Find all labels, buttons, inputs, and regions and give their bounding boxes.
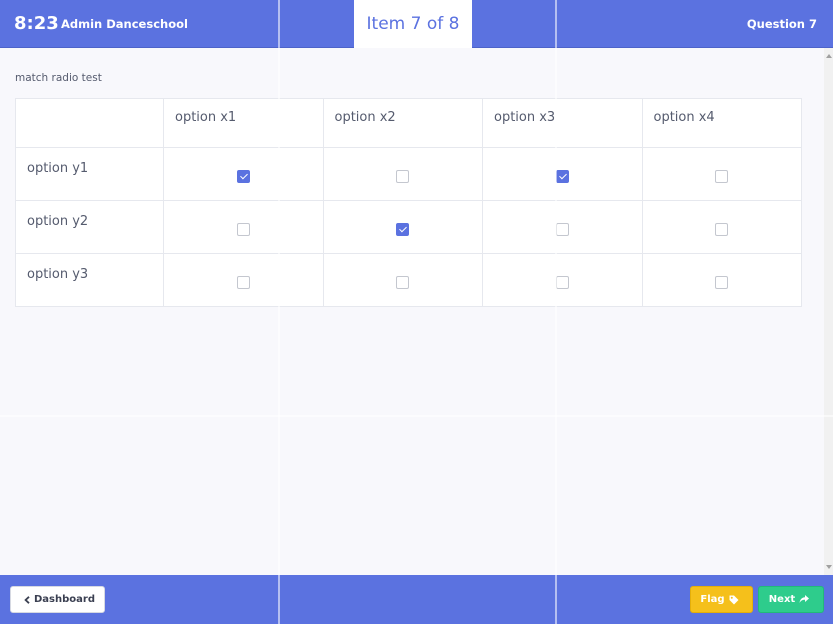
row-label: option y3 [15, 253, 164, 307]
matrix-corner [15, 98, 164, 148]
next-button[interactable]: Next [758, 586, 824, 613]
match-checkbox[interactable] [236, 222, 250, 236]
match-checkbox[interactable] [396, 275, 410, 289]
match-checkbox[interactable] [396, 169, 410, 183]
match-matrix: option x1 option x2 option x3 option x4 … [15, 98, 802, 307]
bottom-bar: Dashboard Flag Next [0, 575, 833, 624]
matrix-header-row: option x1 option x2 option x3 option x4 [15, 98, 802, 148]
vertical-scrollbar[interactable] [824, 48, 833, 575]
item-progress-label: Item 7 of 8 [366, 14, 460, 34]
dashboard-button[interactable]: Dashboard [10, 586, 105, 613]
matrix-row: option y1 [15, 147, 802, 201]
scroll-up-arrow-icon[interactable] [826, 54, 832, 58]
question-title: match radio test [15, 72, 102, 84]
column-header: option x3 [482, 98, 643, 148]
column-header: option x1 [163, 98, 324, 148]
guide-line [278, 0, 280, 624]
chevron-left-icon [24, 595, 30, 604]
match-checkbox[interactable] [555, 169, 569, 183]
user-name: Admin Danceschool [61, 17, 188, 31]
match-checkbox[interactable] [396, 222, 410, 236]
match-checkbox[interactable] [236, 169, 250, 183]
matrix-row: option y2 [15, 200, 802, 254]
row-label: option y2 [15, 200, 164, 254]
column-header: option x4 [641, 98, 802, 148]
guide-line [555, 0, 557, 624]
item-progress-tab: Item 7 of 8 [354, 0, 472, 48]
match-checkbox[interactable] [555, 275, 569, 289]
top-bar: 8:23 Admin Danceschool Item 7 of 8 Quest… [0, 0, 833, 48]
match-checkbox[interactable] [715, 222, 729, 236]
timer: 8:23 [14, 13, 59, 34]
guide-line [0, 415, 833, 417]
question-number: Question 7 [746, 17, 817, 31]
scroll-down-arrow-icon[interactable] [826, 565, 832, 569]
match-checkbox[interactable] [236, 275, 250, 289]
dashboard-label: Dashboard [34, 594, 95, 605]
share-arrow-icon [799, 595, 810, 603]
row-label: option y1 [15, 147, 164, 201]
match-checkbox[interactable] [555, 222, 569, 236]
matrix-row: option y3 [15, 253, 802, 307]
next-label: Next [768, 594, 796, 605]
match-checkbox[interactable] [715, 169, 729, 183]
flag-label: Flag [700, 594, 725, 605]
flag-button[interactable]: Flag [690, 586, 753, 613]
tag-icon [729, 595, 739, 604]
match-checkbox[interactable] [715, 275, 729, 289]
column-header: option x2 [322, 98, 483, 148]
